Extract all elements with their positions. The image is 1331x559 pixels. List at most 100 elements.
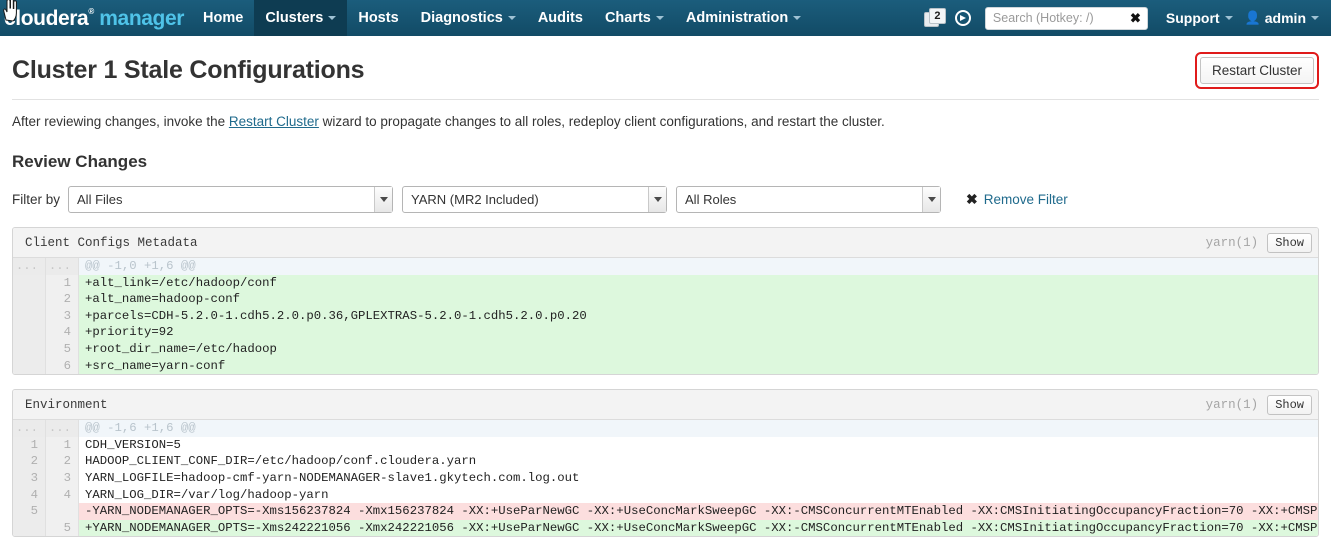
diff-panel-count: yarn(1) — [1205, 397, 1259, 412]
filter-service-value: YARN (MR2 Included) — [411, 192, 539, 207]
diff-row: 6 +src_name=yarn-conf — [13, 357, 1318, 375]
chevron-down-icon — [793, 16, 802, 20]
intro-description: After reviewing changes, invoke the Rest… — [12, 100, 1319, 129]
status-indicators: 2 — [923, 8, 971, 28]
diff-old-line-number: 1 — [13, 436, 46, 454]
notification-count: 2 — [928, 8, 946, 24]
notifications-badge[interactable]: 2 — [923, 8, 948, 28]
diff-old-line-number — [13, 357, 46, 375]
support-label: Support — [1165, 10, 1220, 26]
intro-text-after: wizard to propagate changes to all roles… — [318, 114, 885, 129]
diff-panel-header: Client Configs Metadata yarn(1) Show — [13, 228, 1318, 258]
diff-panel-title: Environment — [25, 397, 108, 412]
diff-row: ... ... @@ -1,6 +1,6 @@ — [13, 420, 1318, 437]
filter-service-select[interactable]: YARN (MR2 Included) — [402, 186, 668, 213]
show-button[interactable]: Show — [1267, 232, 1312, 253]
nav-item-label: Clusters — [265, 10, 324, 26]
remove-filter-label: Remove Filter — [983, 192, 1068, 207]
logo-cloudera-text: cloudera — [4, 6, 89, 30]
support-menu[interactable]: Support — [1160, 10, 1239, 26]
chevron-down-icon — [1311, 16, 1319, 20]
diff-row: 5 +root_dir_name=/etc/hadoop — [13, 340, 1318, 358]
diff-row: ... ... @@ -1,0 +1,6 @@ — [13, 258, 1318, 275]
nav-item-home[interactable]: Home — [192, 0, 254, 36]
close-icon: ✖ — [966, 191, 978, 207]
diff-line-text: @@ -1,0 +1,6 @@ — [79, 258, 1318, 275]
diff-row: 2 2 HADOOP_CLIENT_CONF_DIR=/etc/hadoop/c… — [13, 453, 1318, 470]
diff-row: 1 1 CDH_VERSION=5 — [13, 436, 1318, 454]
diff-new-line-number: ... — [46, 258, 79, 275]
diff-body: ... ... @@ -1,6 +1,6 @@ 1 1 CDH_VERSION=… — [13, 420, 1318, 537]
nav-item-audits[interactable]: Audits — [527, 0, 594, 36]
nav-item-label: Hosts — [358, 10, 399, 26]
chevron-down-icon — [1224, 16, 1233, 20]
nav-item-administration[interactable]: Administration — [675, 0, 812, 36]
nav-item-label: Charts — [604, 10, 651, 26]
chevron-down-icon — [655, 16, 664, 20]
close-icon[interactable]: ✖ — [1130, 12, 1141, 25]
diff-new-line-number: 5 — [46, 340, 79, 358]
logo-manager-text: manager — [99, 6, 185, 30]
diff-new-line-number: 1 — [46, 274, 79, 292]
review-changes-heading: Review Changes — [12, 152, 148, 171]
diff-row: 5 +YARN_NODEMANAGER_OPTS=-Xms242221056 -… — [13, 519, 1318, 537]
diff-line-text: +alt_name=hadoop-conf — [79, 291, 1318, 308]
nav-item-label: Administration — [685, 10, 789, 26]
nav-item-diagnostics[interactable]: Diagnostics — [410, 0, 527, 36]
search-input[interactable] — [985, 7, 1147, 29]
restart-cluster-link[interactable]: Restart Cluster — [229, 114, 319, 129]
chevron-down-icon — [328, 16, 337, 20]
nav-item-hosts[interactable]: Hosts — [347, 0, 409, 36]
cloudera-manager-logo[interactable]: cloudera® manager — [0, 0, 192, 36]
chevron-down-icon — [507, 16, 516, 20]
user-icon: 👤 — [1244, 10, 1261, 25]
diff-old-line-number: ... — [13, 258, 46, 275]
show-button[interactable]: Show — [1267, 394, 1312, 415]
diff-line-text: +priority=92 — [79, 324, 1318, 341]
nav-item-clusters[interactable]: Clusters — [254, 0, 348, 36]
remove-filter-button[interactable]: ✖ Remove Filter — [966, 191, 1068, 208]
diff-new-line-number: 1 — [46, 436, 79, 454]
user-menu[interactable]: 👤 admin — [1239, 10, 1325, 26]
diff-line-text: +src_name=yarn-conf — [79, 357, 1318, 375]
nav-item-label: Audits — [537, 10, 583, 26]
diff-old-line-number: 4 — [13, 486, 46, 504]
diff-line-text: YARN_LOG_DIR=/var/log/hadoop-yarn — [79, 486, 1318, 504]
diff-line-text: +YARN_NODEMANAGER_OPTS=-Xms242221056 -Xm… — [79, 519, 1318, 537]
diff-row: 3 3 YARN_LOGFILE=hadoop-cmf-yarn-NODEMAN… — [13, 469, 1318, 487]
diff-body: ... ... @@ -1,0 +1,6 @@ 1 +alt_link=/etc… — [13, 258, 1318, 375]
diff-new-line-number: 4 — [46, 486, 79, 504]
filter-roles-select[interactable]: All Roles — [676, 186, 942, 213]
diff-line-text: +parcels=CDH-5.2.0-1.cdh5.2.0.p0.36,GPLE… — [79, 307, 1318, 325]
filter-by-label: Filter by — [12, 192, 61, 207]
filter-files-select[interactable]: All Files — [68, 186, 394, 213]
diff-line-text: CDH_VERSION=5 — [79, 436, 1318, 454]
restart-cluster-highlight: Restart Cluster — [1194, 52, 1319, 89]
diff-new-line-number: 2 — [46, 291, 79, 308]
main-nav-items: Home Clusters Hosts Diagnostics Audits C… — [192, 0, 812, 36]
diff-line-text: HADOOP_CLIENT_CONF_DIR=/etc/hadoop/conf.… — [79, 453, 1318, 470]
nav-item-charts[interactable]: Charts — [594, 0, 675, 36]
diff-row: 4 4 YARN_LOG_DIR=/var/log/hadoop-yarn — [13, 486, 1318, 504]
diff-row: 3 +parcels=CDH-5.2.0-1.cdh5.2.0.p0.36,GP… — [13, 307, 1318, 325]
nav-item-label: Home — [203, 10, 244, 26]
restart-cluster-button[interactable]: Restart Cluster — [1199, 57, 1314, 84]
diff-row: 4 +priority=92 — [13, 324, 1318, 341]
diff-line-text: @@ -1,6 +1,6 @@ — [79, 420, 1318, 437]
search-box[interactable]: ✖ — [984, 6, 1148, 30]
page-title: Cluster 1 Stale Configurations — [12, 56, 365, 84]
diff-new-line-number: 2 — [46, 453, 79, 470]
diff-panel-count: yarn(1) — [1205, 235, 1259, 250]
page-content: Cluster 1 Stale Configurations Restart C… — [0, 36, 1331, 538]
diff-row: 1 +alt_link=/etc/hadoop/conf — [13, 274, 1318, 292]
diff-new-line-number: 6 — [46, 357, 79, 375]
filter-files-value: All Files — [77, 192, 123, 207]
filter-bar: Filter by All Files YARN (MR2 Included) … — [12, 186, 1319, 213]
diff-panel-environment: Environment yarn(1) Show ... ... @@ -1,6… — [12, 389, 1319, 538]
diff-row: 2 +alt_name=hadoop-conf — [13, 291, 1318, 308]
chevron-down-icon — [374, 187, 393, 212]
diff-row: 5 -YARN_NODEMANAGER_OPTS=-Xms156237824 -… — [13, 503, 1318, 520]
diff-new-line-number: 4 — [46, 324, 79, 341]
diff-new-line-number: 3 — [46, 469, 79, 487]
recent-commands-icon[interactable] — [954, 10, 971, 26]
